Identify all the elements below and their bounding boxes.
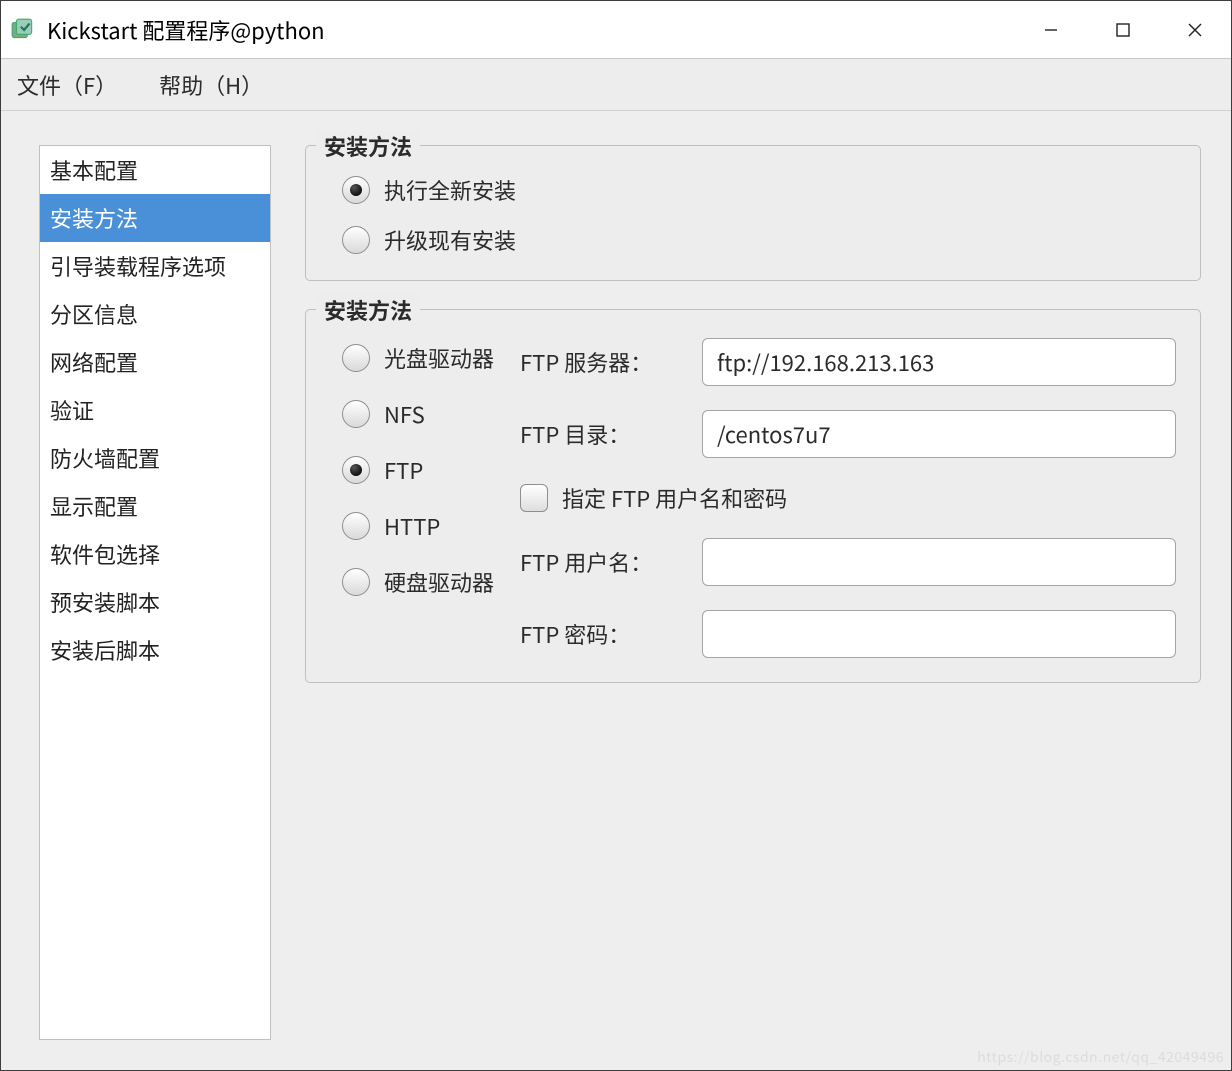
ftp-username-row: FTP 用户名：	[520, 538, 1176, 586]
radio-label: 硬盘驱动器	[384, 566, 494, 598]
radio-icon[interactable]	[342, 568, 370, 596]
install-method-option[interactable]: 光盘驱动器	[342, 342, 494, 374]
install-method-option[interactable]: HTTP	[342, 510, 494, 542]
titlebar[interactable]: Kickstart 配置程序@python	[1, 1, 1231, 59]
radio-icon[interactable]	[342, 456, 370, 484]
install-method-option[interactable]: NFS	[342, 398, 494, 430]
ftp-password-row: FTP 密码：	[520, 610, 1176, 658]
maximize-button[interactable]	[1087, 1, 1159, 58]
application-window: Kickstart 配置程序@python 文件（F） 帮助（H） 基本配置安装…	[0, 0, 1232, 1071]
radio-label: FTP	[384, 454, 423, 486]
install-type-option[interactable]: 升级现有安装	[342, 224, 1176, 256]
radio-icon[interactable]	[342, 176, 370, 204]
ftp-directory-row: FTP 目录：	[520, 410, 1176, 458]
group-legend: 安装方法	[316, 130, 420, 162]
body: 基本配置安装方法引导装载程序选项分区信息网络配置验证防火墙配置显示配置软件包选择…	[1, 111, 1231, 1070]
radio-label: 升级现有安装	[384, 224, 516, 256]
ftp-directory-input[interactable]	[702, 410, 1176, 458]
ftp-directory-label: FTP 目录：	[520, 418, 688, 450]
radio-icon[interactable]	[342, 226, 370, 254]
radio-icon[interactable]	[342, 400, 370, 428]
ftp-username-input[interactable]	[702, 538, 1176, 586]
menu-file[interactable]: 文件（F）	[11, 65, 123, 105]
close-button[interactable]	[1159, 1, 1231, 58]
ftp-server-label: FTP 服务器：	[520, 346, 688, 378]
menu-help[interactable]: 帮助（H）	[153, 65, 269, 105]
ftp-server-input[interactable]	[702, 338, 1176, 386]
main-panel: 安装方法 执行全新安装升级现有安装 安装方法 光盘驱动器 NFS FTP HTTP 硬盘…	[305, 145, 1201, 1040]
menubar: 文件（F） 帮助（H）	[1, 59, 1231, 111]
sidebar: 基本配置安装方法引导装载程序选项分区信息网络配置验证防火墙配置显示配置软件包选择…	[39, 145, 271, 1040]
ftp-username-label: FTP 用户名：	[520, 546, 688, 578]
sidebar-item[interactable]: 分区信息	[40, 290, 270, 338]
sidebar-item[interactable]: 基本配置	[40, 146, 270, 194]
sidebar-item[interactable]: 防火墙配置	[40, 434, 270, 482]
ftp-auth-label: 指定 FTP 用户名和密码	[562, 482, 787, 514]
radio-label: 执行全新安装	[384, 174, 516, 206]
radio-label: NFS	[384, 398, 425, 430]
ftp-settings: FTP 服务器： FTP 目录： 指定 FTP 用户名和密码 FTP	[520, 338, 1176, 658]
ftp-password-input[interactable]	[702, 610, 1176, 658]
radio-label: HTTP	[384, 510, 440, 542]
install-type-option[interactable]: 执行全新安装	[342, 174, 1176, 206]
window-controls	[1015, 1, 1231, 58]
sidebar-item[interactable]: 网络配置	[40, 338, 270, 386]
ftp-auth-checkbox[interactable]	[520, 484, 548, 512]
sidebar-item[interactable]: 软件包选择	[40, 530, 270, 578]
app-icon	[9, 16, 37, 44]
ftp-password-label: FTP 密码：	[520, 618, 688, 650]
sidebar-item[interactable]: 验证	[40, 386, 270, 434]
radio-icon[interactable]	[342, 512, 370, 540]
minimize-button[interactable]	[1015, 1, 1087, 58]
install-type-options: 执行全新安装升级现有安装	[330, 174, 1176, 256]
install-method-option[interactable]: FTP	[342, 454, 494, 486]
radio-label: 光盘驱动器	[384, 342, 494, 374]
radio-icon[interactable]	[342, 344, 370, 372]
sidebar-item[interactable]: 引导装载程序选项	[40, 242, 270, 290]
group-legend: 安装方法	[316, 294, 420, 326]
sidebar-item[interactable]: 显示配置	[40, 482, 270, 530]
sidebar-item[interactable]: 安装方法	[40, 194, 270, 242]
install-method-group: 安装方法 光盘驱动器NFSFTPHTTP硬盘驱动器 FTP 服务器： FTP 目…	[305, 309, 1201, 683]
install-type-group: 安装方法 执行全新安装升级现有安装	[305, 145, 1201, 281]
ftp-auth-row[interactable]: 指定 FTP 用户名和密码	[520, 482, 1176, 514]
ftp-server-row: FTP 服务器：	[520, 338, 1176, 386]
sidebar-item[interactable]: 安装后脚本	[40, 626, 270, 674]
sidebar-item[interactable]: 预安装脚本	[40, 578, 270, 626]
install-method-options: 光盘驱动器 NFS FTP HTTP 硬盘驱动器	[330, 338, 494, 658]
install-method-option[interactable]: 硬盘驱动器	[342, 566, 494, 598]
window-title: Kickstart 配置程序@python	[47, 14, 1015, 46]
